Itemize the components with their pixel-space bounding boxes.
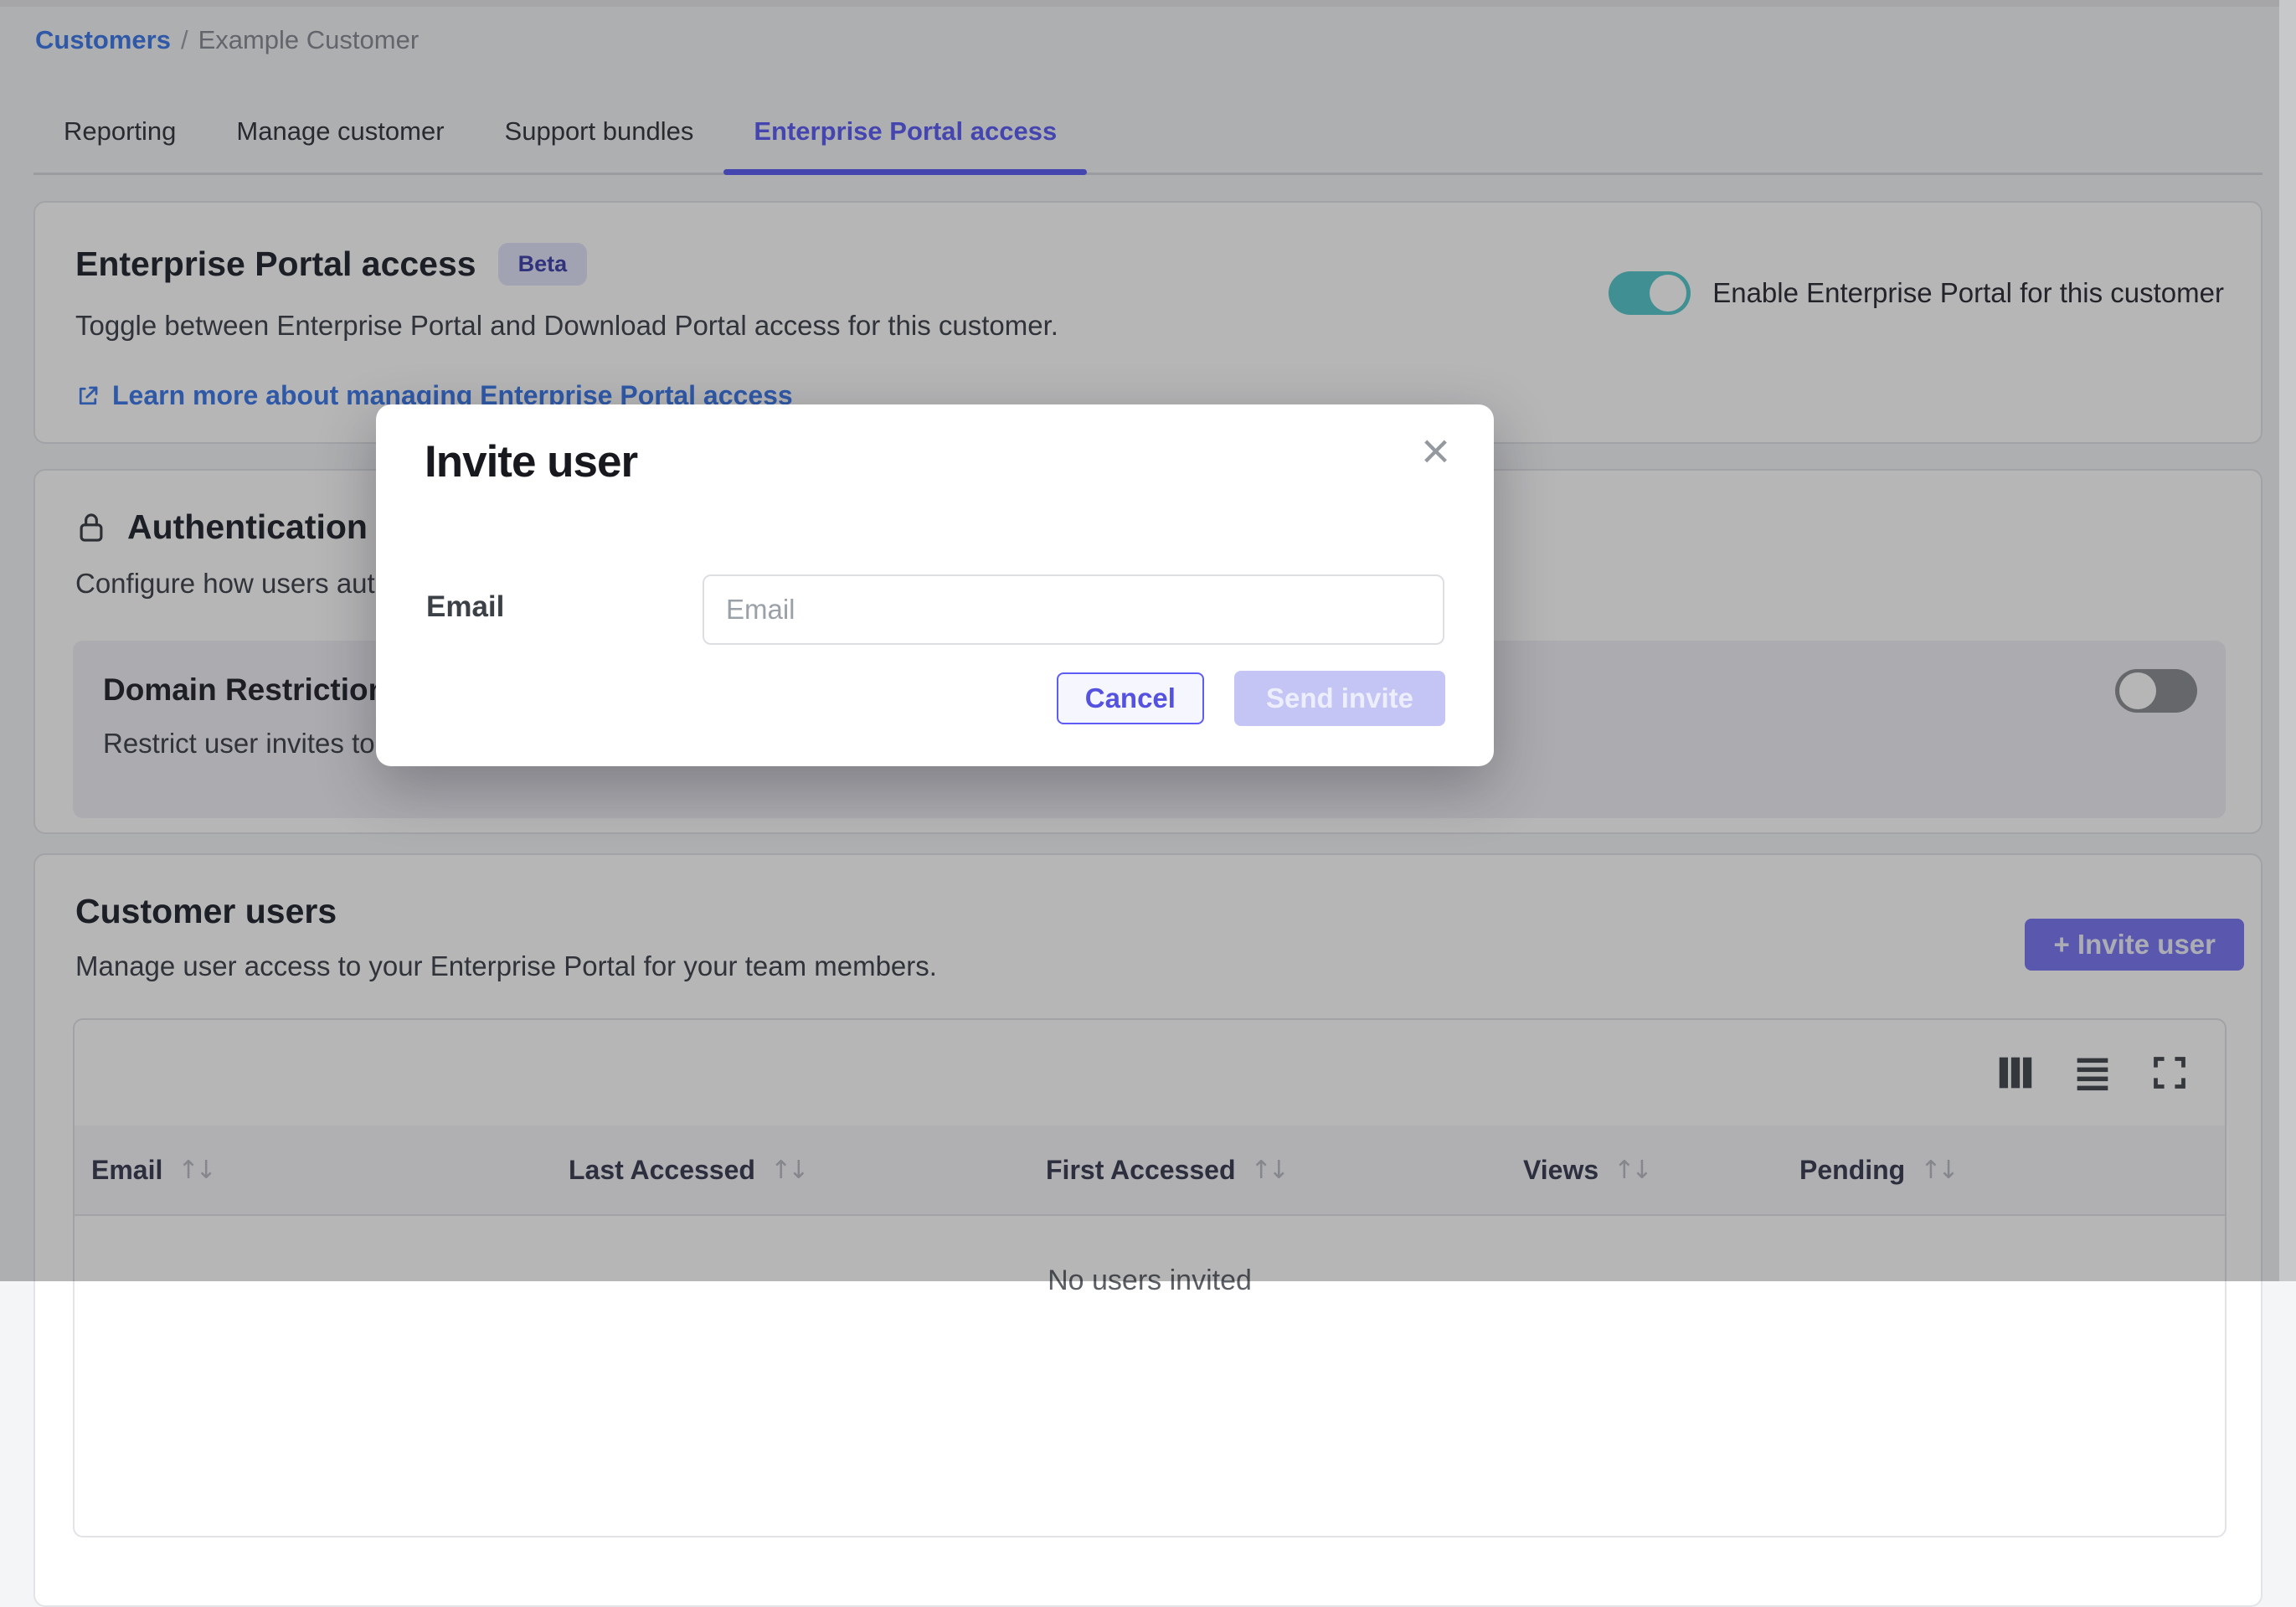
page-scrollbar[interactable]	[2279, 0, 2296, 1281]
invite-user-modal: Invite user × Email Cancel Send invite	[376, 404, 1494, 766]
send-invite-button[interactable]: Send invite	[1234, 671, 1445, 726]
modal-title: Invite user	[425, 436, 637, 487]
close-icon[interactable]: ×	[1421, 426, 1450, 476]
cancel-button[interactable]: Cancel	[1057, 672, 1204, 724]
email-label: Email	[426, 590, 504, 624]
email-field[interactable]	[703, 574, 1444, 645]
